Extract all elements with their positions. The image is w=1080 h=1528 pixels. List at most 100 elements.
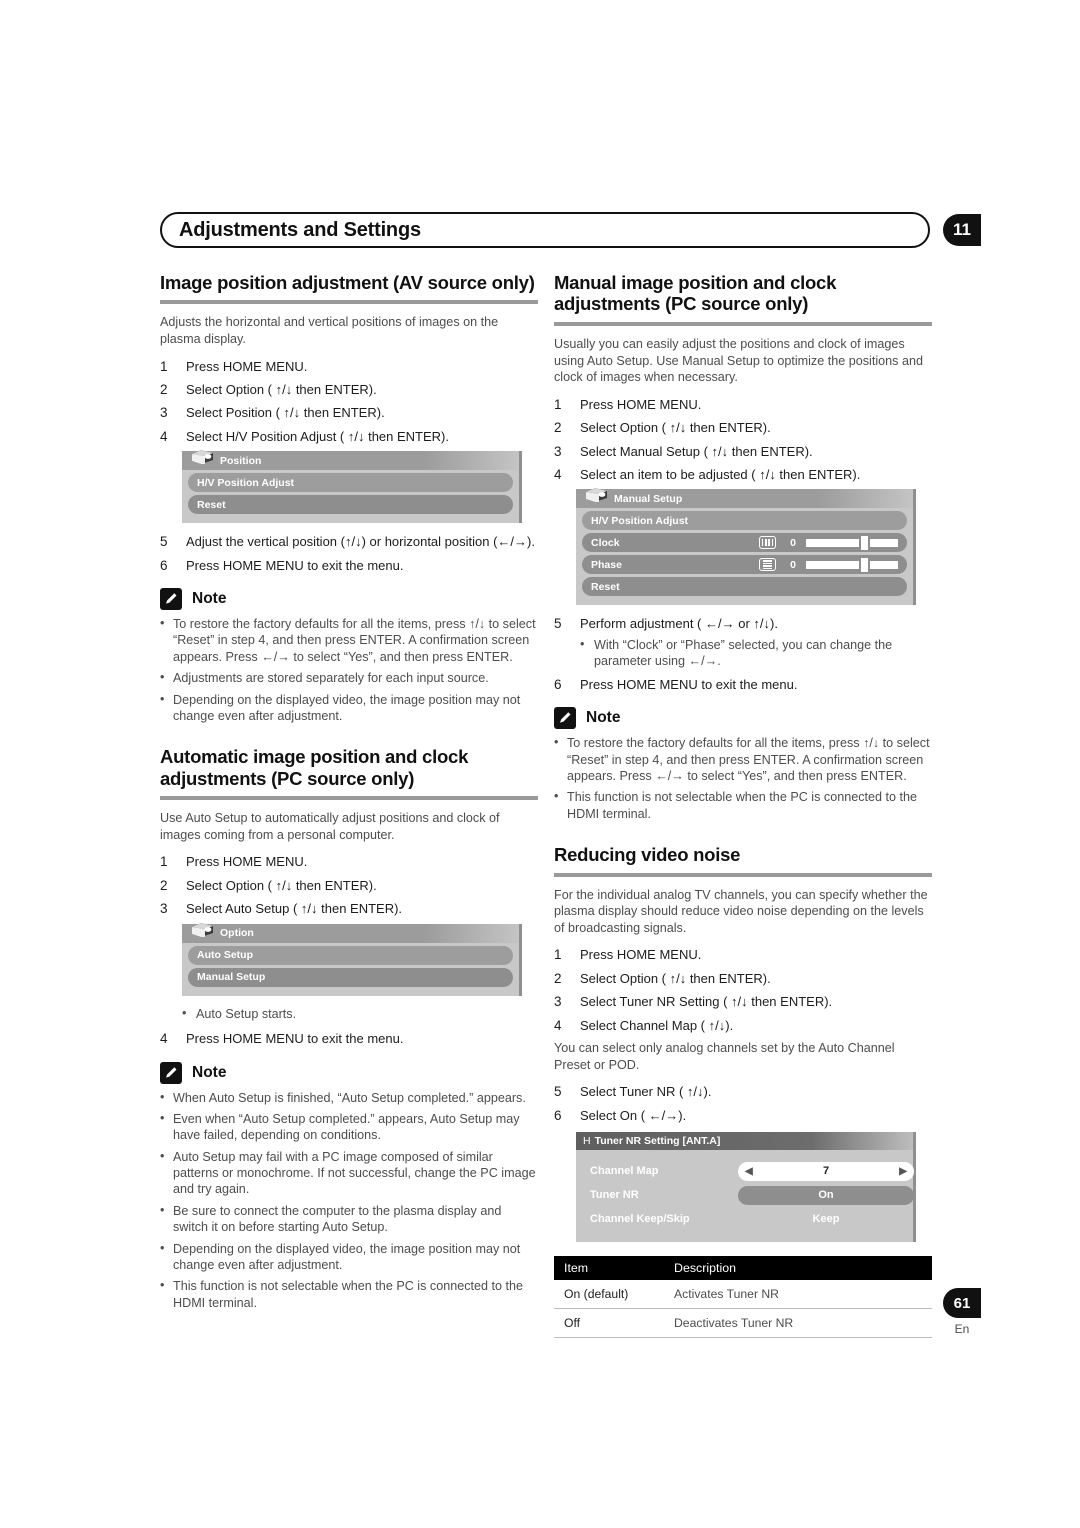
osd-screenshot-option: Option Auto Setup Manual Setup <box>182 922 522 996</box>
step-text: Select Option ( ↑/↓ then ENTER). <box>580 970 771 986</box>
manual-page: Adjustments and Settings 11 Image positi… <box>0 0 1080 1528</box>
note-item: To restore the factory defaults for all … <box>160 615 538 665</box>
osd-slider[interactable]: 0 <box>759 557 898 572</box>
step-number: 2 <box>160 382 168 398</box>
step-number: 1 <box>160 854 168 870</box>
osd-title-bar: Option <box>182 922 519 943</box>
section-heading: Reducing video noise <box>554 844 741 866</box>
note-item: This function is not selectable when the… <box>554 788 932 822</box>
menu-box-icon <box>586 488 607 503</box>
section-reducing-video-noise: Reducing video noise For the individual … <box>554 844 932 1339</box>
note-header: Note <box>160 588 538 611</box>
step-item: 4 Select Channel Map ( ↑/↓). <box>554 1017 932 1034</box>
osd-setting-row[interactable]: Channel Keep/Skip Keep <box>590 1208 899 1230</box>
osd-row[interactable]: H/V Position Adjust <box>188 473 513 493</box>
osd-slider-value: 0 <box>790 558 796 571</box>
step-item: 1 Press HOME MENU. <box>160 358 538 375</box>
step-number: 3 <box>554 994 562 1010</box>
osd-row-slider[interactable]: Phase 0 <box>582 555 907 575</box>
osd-slider-track[interactable] <box>806 535 898 550</box>
note-item: Auto Setup may fail with a PC image comp… <box>160 1148 538 1198</box>
step-item: 5 Perform adjustment ( ←/→ or ↑/↓). With… <box>554 615 932 670</box>
section-heading: Automatic image position and clock adjus… <box>160 746 469 789</box>
note-item: To restore the factory defaults for all … <box>554 734 932 784</box>
running-header: Adjustments and Settings <box>160 212 930 248</box>
tuner-nr-toggle[interactable]: On <box>738 1185 914 1205</box>
section-image-position-adjustment: Image position adjustment (AV source onl… <box>160 272 538 724</box>
page-number-tab: 61 <box>943 1288 981 1318</box>
step-text: Select Option ( ↑/↓ then ENTER). <box>186 382 377 398</box>
step-item: 2 Select Option ( ↑/↓ then ENTER). <box>160 381 538 398</box>
note-list: When Auto Setup is finished, “Auto Setup… <box>160 1089 538 1311</box>
step-text: Select Channel Map ( ↑/↓). <box>580 1017 734 1033</box>
step-number: 3 <box>554 443 562 459</box>
osd-row[interactable]: H/V Position Adjust <box>582 511 907 531</box>
step-item: 2 Select Option ( ↑/↓ then ENTER). <box>554 419 932 436</box>
table-header-item: Item <box>554 1256 664 1281</box>
step-text: Select Tuner NR ( ↑/↓). <box>580 1084 712 1100</box>
osd-slider-track[interactable] <box>806 557 898 572</box>
osd-row-label: Manual Setup <box>197 971 266 984</box>
step-number: 4 <box>554 466 562 482</box>
note-header: Note <box>160 1061 538 1084</box>
step-text: Select Option ( ↑/↓ then ENTER). <box>186 877 377 893</box>
heading-rule <box>160 796 538 801</box>
step-number: 1 <box>160 358 168 374</box>
step-item: 3 Select Manual Setup ( ↑/↓ then ENTER). <box>554 443 932 460</box>
section-heading: Image position adjustment (AV source onl… <box>160 272 535 293</box>
step-list-continued: 5 Adjust the vertical position (↑/↓) or h… <box>160 533 538 574</box>
table-header-row: Item Description <box>554 1256 932 1281</box>
chapter-number-tab: 11 <box>943 214 981 246</box>
step-text: Press HOME MENU to exit the menu. <box>186 557 404 573</box>
table-cell-item: On (default) <box>554 1280 664 1310</box>
heading-rule <box>554 872 932 877</box>
osd-setting-control[interactable]: On <box>738 1185 914 1205</box>
osd-row[interactable]: Manual Setup <box>188 967 513 987</box>
osd-body: Channel Map ◀ 7 ▶ Tuner NR On Channel Ke… <box>576 1150 914 1230</box>
section-manual-image-position: Manual image position and clock adjustme… <box>554 272 932 822</box>
chevron-right-icon[interactable]: ▶ <box>899 1166 907 1177</box>
step-list: 1 Press HOME MENU. 2 Select Option ( ↑/↓ t… <box>554 946 932 1034</box>
note-item: Be sure to connect the computer to the p… <box>160 1202 538 1236</box>
chevron-left-icon[interactable]: ◀ <box>745 1166 753 1177</box>
table-cell-description: Activates Tuner NR <box>664 1280 932 1310</box>
section-automatic-image-position: Automatic image position and clock adjus… <box>160 746 538 1311</box>
osd-screenshot-manual-setup: Manual Setup H/V Position Adjust Clock 0… <box>576 488 916 606</box>
osd-title-bar: Position <box>182 450 519 471</box>
step-item: 6 Press HOME MENU to exit the menu. <box>160 557 538 574</box>
note-label: Note <box>586 709 621 727</box>
clock-bars-icon <box>759 536 776 550</box>
pencil-icon <box>160 588 182 611</box>
osd-row[interactable]: Auto Setup <box>188 945 513 965</box>
item-description-table: Item Description On (default) Activates … <box>554 1256 932 1339</box>
table-row: Off Deactivates Tuner NR <box>554 1308 932 1339</box>
osd-row[interactable]: Reset <box>582 577 907 597</box>
osd-setting-control[interactable]: ◀ 7 ▶ <box>738 1161 914 1181</box>
table-cell-item: Off <box>554 1308 664 1339</box>
step-text: Press HOME MENU. <box>580 947 702 963</box>
step-text: Press HOME MENU. <box>186 358 308 374</box>
step-number: 3 <box>160 901 168 917</box>
osd-title-text: Option <box>220 927 254 940</box>
step-item: 6 Press HOME MENU to exit the menu. <box>554 676 932 693</box>
osd-setting-row[interactable]: Channel Map ◀ 7 ▶ <box>590 1160 914 1182</box>
step-text: Select Manual Setup ( ↑/↓ then ENTER). <box>580 443 813 459</box>
osd-row[interactable]: Reset <box>188 495 513 515</box>
menu-box-icon <box>192 922 213 937</box>
substep-note: Auto Setup starts. <box>182 1005 538 1023</box>
osd-slider[interactable]: 0 <box>759 535 898 550</box>
channel-map-stepper[interactable]: ◀ 7 ▶ <box>738 1161 914 1181</box>
note-item: Even when “Auto Setup completed.” appear… <box>160 1110 538 1144</box>
step-list-continued: 4 Press HOME MENU to exit the menu. <box>160 1030 538 1047</box>
step-text: Select Option ( ↑/↓ then ENTER). <box>580 420 771 436</box>
table-row: On (default) Activates Tuner NR <box>554 1280 932 1310</box>
osd-setting-row[interactable]: Tuner NR On <box>590 1184 914 1206</box>
step-number: 4 <box>554 1017 562 1033</box>
step-item: 2 Select Option ( ↑/↓ then ENTER). <box>160 877 538 894</box>
section-intro: For the individual analog TV channels, y… <box>554 887 928 935</box>
step-number: 4 <box>160 428 168 444</box>
phase-lines-icon <box>759 558 776 572</box>
osd-row-slider[interactable]: Clock 0 <box>582 533 907 553</box>
step-item: 5 Adjust the vertical position (↑/↓) or h… <box>160 533 538 550</box>
step-text: Adjust the vertical position (↑/↓) or ho… <box>186 534 535 550</box>
